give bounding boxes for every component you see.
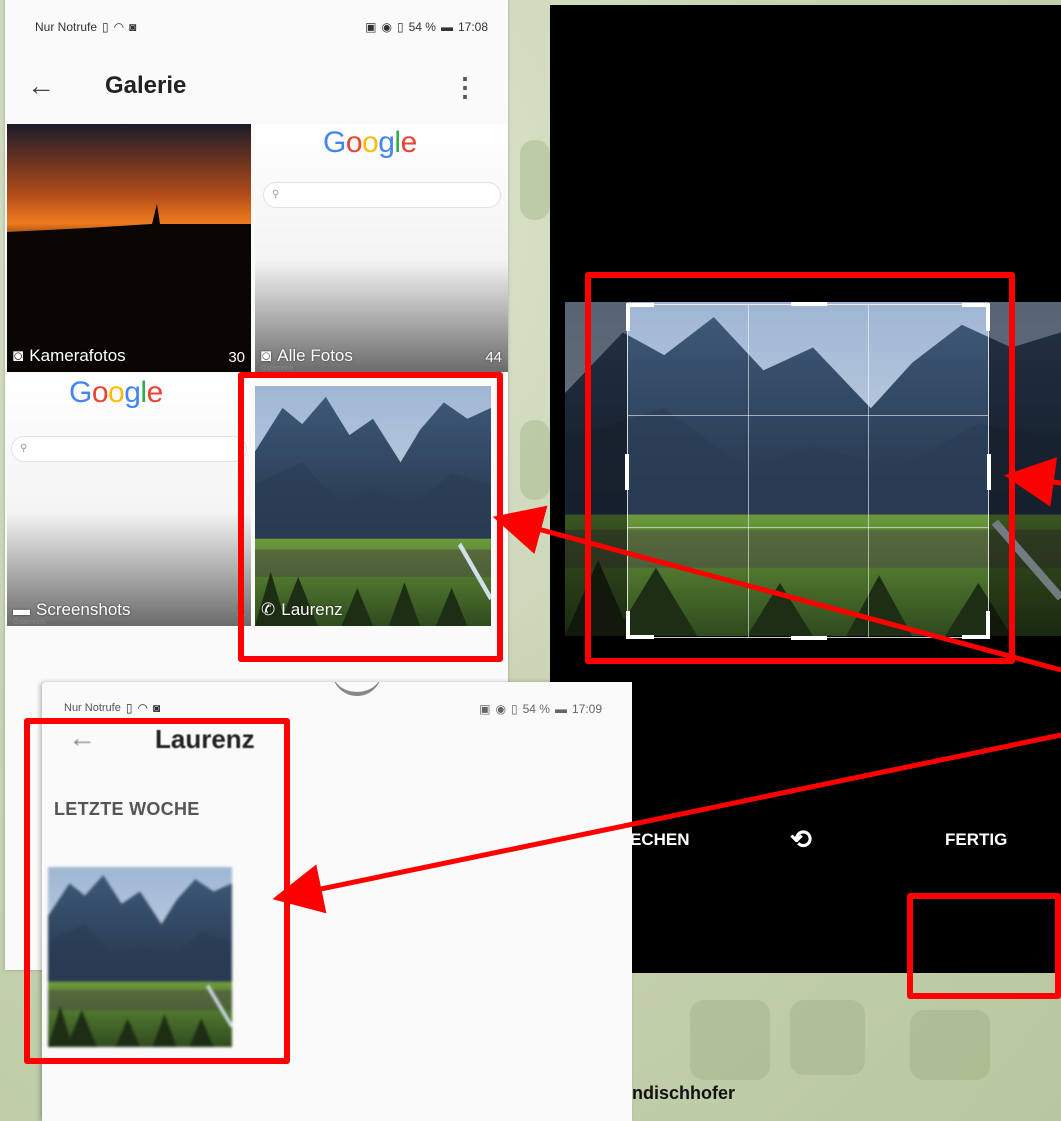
arrow-to-photo-thumbnail — [272, 732, 1061, 914]
arrow-to-crop-frame — [1004, 457, 1061, 507]
annotation-arrows — [272, 457, 1061, 914]
arrow-to-laurenz-album — [492, 505, 1061, 673]
